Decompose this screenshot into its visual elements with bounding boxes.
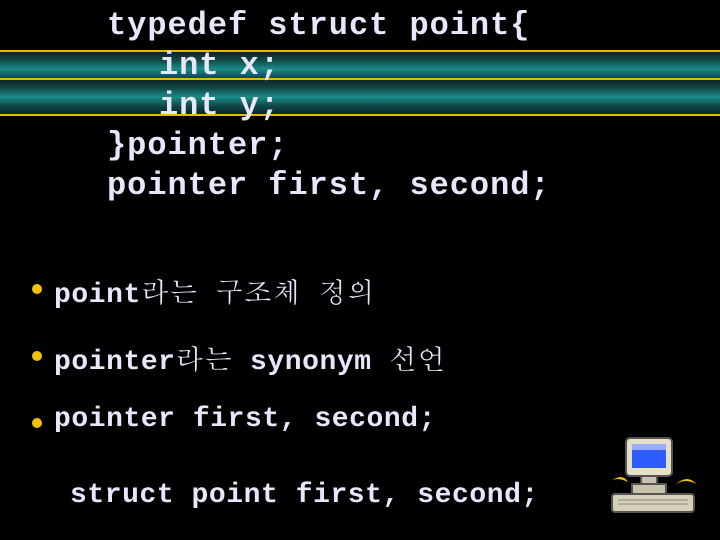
code-line-3: int y; [107, 86, 551, 126]
computer-icon [608, 434, 698, 520]
bullet-dot-icon [32, 418, 42, 428]
sub-line: struct point first, second; [70, 480, 539, 511]
bullet-dot-icon [32, 284, 42, 294]
bullet-text: point라는 구조체 정의 [54, 270, 375, 311]
bullet-item: pointer라는 synonym 선언 [32, 337, 446, 378]
code-line-5: pointer first, second; [107, 166, 551, 206]
bullet-text: pointer라는 synonym 선언 [54, 337, 446, 378]
code-line-2: int x; [107, 46, 551, 86]
code-line-4: }pointer; [107, 126, 551, 166]
bullet-list: point라는 구조체 정의 pointer라는 synonym 선언 poin… [32, 270, 446, 461]
bullet-dot-icon [32, 351, 42, 361]
code-line-1: typedef struct point{ [107, 6, 551, 46]
code-block: typedef struct point{ int x; int y; }poi… [107, 6, 551, 206]
bullet-text: pointer first, second; [54, 404, 436, 435]
bullet-item: point라는 구조체 정의 [32, 270, 446, 311]
bullet-item: pointer first, second; [32, 404, 446, 435]
